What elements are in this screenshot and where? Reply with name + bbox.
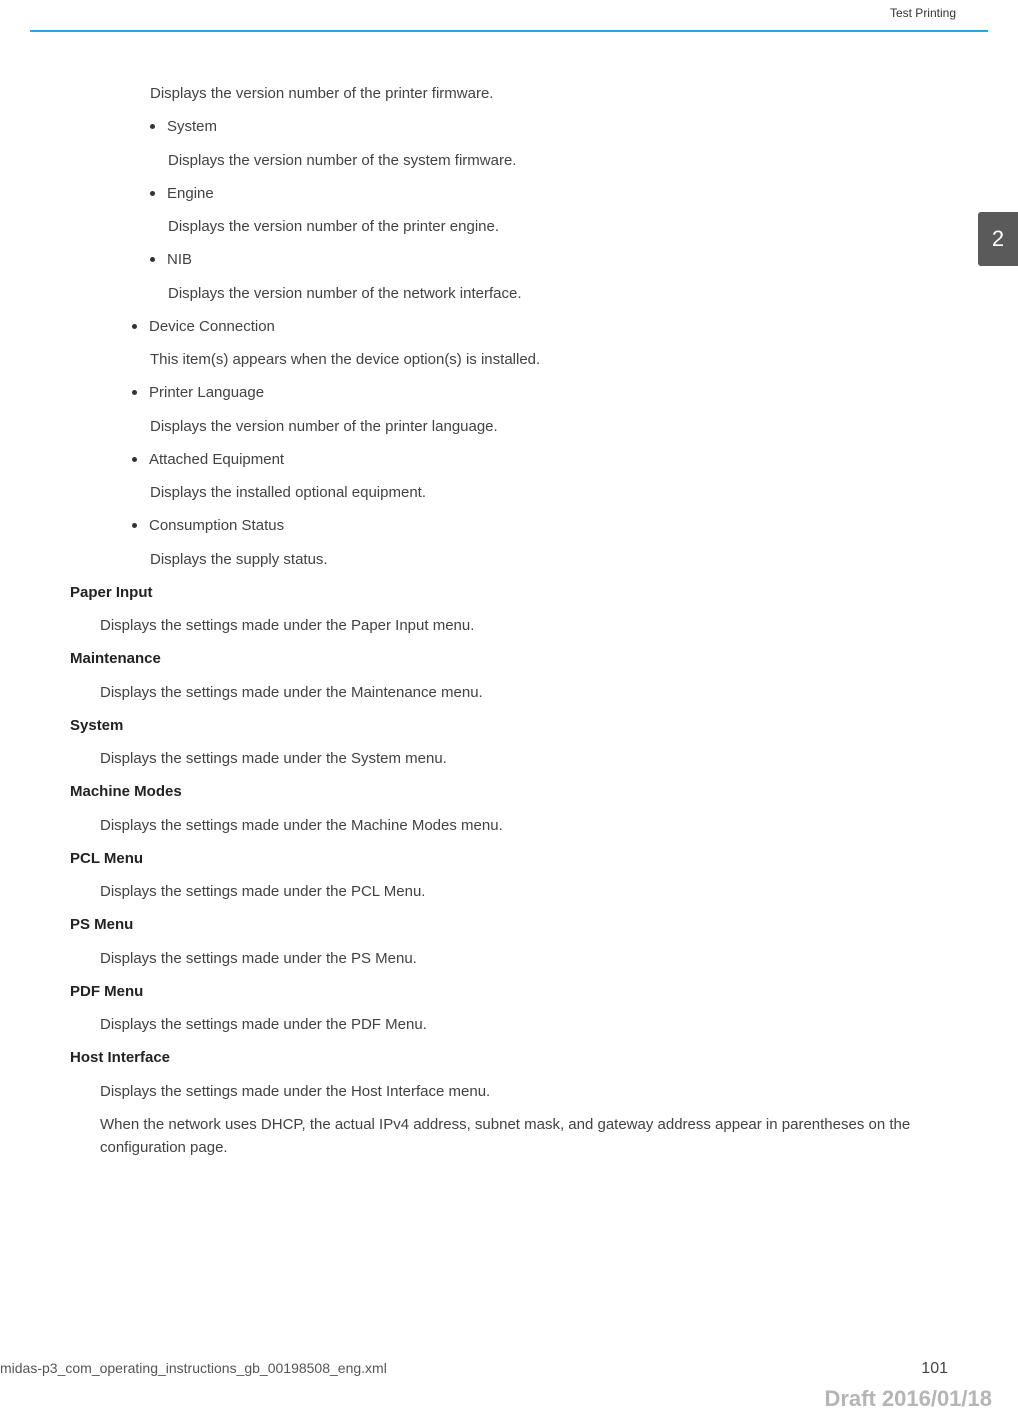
bullet-item-consumption-status: Consumption Status — [132, 514, 948, 537]
paragraph: Displays the installed optional equipmen… — [150, 481, 948, 504]
bullet-icon — [150, 257, 155, 262]
paragraph: Displays the settings made under the PCL… — [100, 880, 948, 903]
bullet-label: Engine — [167, 182, 214, 205]
bullet-icon — [132, 457, 137, 462]
paragraph: Displays the settings made under the Hos… — [100, 1080, 948, 1103]
bullet-item-engine: Engine — [150, 182, 948, 205]
section-heading-pdf-menu: PDF Menu — [70, 980, 948, 1003]
paragraph: Displays the settings made under the Mac… — [100, 814, 948, 837]
bullet-item-attached-equipment: Attached Equipment — [132, 448, 948, 471]
section-heading-pcl-menu: PCL Menu — [70, 847, 948, 870]
bullet-label: Consumption Status — [149, 514, 284, 537]
footer-source: midas-p3_com_operating_instructions_gb_0… — [0, 1360, 387, 1376]
bullet-icon — [132, 390, 137, 395]
paragraph: Displays the version number of the print… — [150, 82, 948, 105]
bullet-label: Attached Equipment — [149, 448, 284, 471]
bullet-label: NIB — [167, 248, 192, 271]
bullet-item-nib: NIB — [150, 248, 948, 271]
section-heading-machine-modes: Machine Modes — [70, 780, 948, 803]
paragraph: Displays the settings made under the Mai… — [100, 681, 948, 704]
bullet-item-system: System — [150, 115, 948, 138]
paragraph: Displays the settings made under the PS … — [100, 947, 948, 970]
bullet-item-printer-language: Printer Language — [132, 381, 948, 404]
header-label: Test Printing — [890, 6, 956, 20]
bullet-label: Printer Language — [149, 381, 264, 404]
bullet-label: System — [167, 115, 217, 138]
section-heading-system: System — [70, 714, 948, 737]
bullet-icon — [150, 191, 155, 196]
page-content: Displays the version number of the print… — [0, 32, 1018, 1159]
page-header: Test Printing — [30, 0, 988, 32]
paragraph: Displays the settings made under the Pap… — [100, 614, 948, 637]
paragraph: Displays the version number of the syste… — [168, 149, 948, 172]
section-tab: 2 — [978, 212, 1018, 266]
paragraph: Displays the settings made under the Sys… — [100, 747, 948, 770]
bullet-icon — [150, 124, 155, 129]
paragraph: Displays the supply status. — [150, 548, 948, 571]
paragraph: Displays the version number of the netwo… — [168, 282, 948, 305]
draft-stamp: Draft 2016/01/18 — [824, 1386, 992, 1412]
paragraph: This item(s) appears when the device opt… — [150, 348, 948, 371]
bullet-icon — [132, 324, 137, 329]
section-heading-host-interface: Host Interface — [70, 1046, 948, 1069]
paragraph: Displays the settings made under the PDF… — [100, 1013, 948, 1036]
section-heading-paper-input: Paper Input — [70, 581, 948, 604]
section-heading-ps-menu: PS Menu — [70, 913, 948, 936]
page-number: 101 — [921, 1360, 948, 1378]
section-heading-maintenance: Maintenance — [70, 647, 948, 670]
page-footer: midas-p3_com_operating_instructions_gb_0… — [0, 1360, 1018, 1378]
bullet-item-device-connection: Device Connection — [132, 315, 948, 338]
bullet-label: Device Connection — [149, 315, 275, 338]
bullet-icon — [132, 523, 137, 528]
paragraph: Displays the version number of the print… — [150, 415, 948, 438]
paragraph: When the network uses DHCP, the actual I… — [100, 1113, 920, 1160]
paragraph: Displays the version number of the print… — [168, 215, 948, 238]
